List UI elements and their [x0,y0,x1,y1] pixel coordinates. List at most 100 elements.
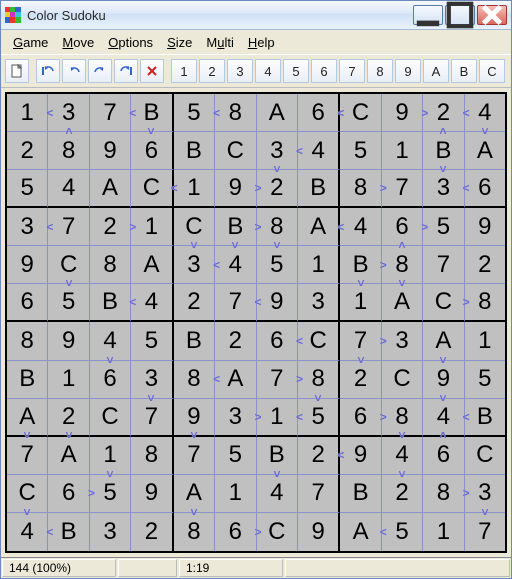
cell-9-4[interactable]: 7 [174,437,215,475]
cell-6-7[interactable]: C [298,322,340,360]
cell-5-0[interactable]: 6 [7,284,48,322]
cell-0-0[interactable]: 1< [7,94,48,132]
cell-1-9[interactable]: 1 [382,132,423,170]
undo-button[interactable] [62,59,86,83]
cell-2-4[interactable]: 1 [174,170,215,208]
cell-7-4[interactable]: 8< [174,361,215,399]
cell-11-4[interactable]: 8 [174,513,215,551]
number-button-2[interactable]: 2 [199,59,225,83]
cell-1-4[interactable]: B [174,132,215,170]
minimize-button[interactable] [413,5,443,25]
number-button-8[interactable]: 8 [367,59,393,83]
cell-8-11[interactable]: B [465,399,505,437]
cell-4-3[interactable]: A [131,246,173,284]
cell-6-4[interactable]: B [174,322,215,360]
cell-11-2[interactable]: 3 [90,513,131,551]
number-button-7[interactable]: 7 [339,59,365,83]
cell-9-10[interactable]: 6 [423,437,464,475]
cell-3-5[interactable]: B>> [215,208,256,246]
cell-7-3[interactable]: 3> [131,361,173,399]
cell-9-1[interactable]: A [48,437,89,475]
number-button-3[interactable]: 3 [227,59,253,83]
cell-10-5[interactable]: 1 [215,475,256,513]
cell-6-11[interactable]: 1 [465,322,505,360]
cell-7-2[interactable]: 6 [90,361,131,399]
cell-0-7[interactable]: 6< [298,94,340,132]
redo-step-button[interactable] [114,59,138,83]
cell-2-0[interactable]: 5 [7,170,48,208]
maximize-button[interactable] [445,5,475,25]
cell-7-10[interactable]: 9> [423,361,464,399]
cell-2-3[interactable]: C< [131,170,173,208]
cell-6-10[interactable]: A> [423,322,464,360]
cell-3-7[interactable]: A< [298,208,340,246]
cell-8-4[interactable]: 9> [174,399,215,437]
cell-9-7[interactable]: 2< [298,437,340,475]
cell-5-4[interactable]: 2 [174,284,215,322]
cell-0-1[interactable]: 3< [48,94,89,132]
cell-2-9[interactable]: 7 [382,170,423,208]
cell-5-9[interactable]: A [382,284,423,322]
cell-2-5[interactable]: 9> [215,170,256,208]
cell-3-2[interactable]: 2> [90,208,131,246]
cell-10-11[interactable]: 3> [465,475,505,513]
undo-step-button[interactable] [36,59,60,83]
cell-1-5[interactable]: C [215,132,256,170]
close-button[interactable] [477,5,507,25]
cell-1-6[interactable]: 3<> [257,132,298,170]
cell-0-9[interactable]: 9> [382,94,423,132]
cell-4-6[interactable]: 5 [257,246,298,284]
cell-6-2[interactable]: 4> [90,322,131,360]
cell-5-8[interactable]: 1 [340,284,381,322]
cell-7-11[interactable]: 5 [465,361,505,399]
cell-3-3[interactable]: 1 [131,208,173,246]
cell-4-9[interactable]: 8> [382,246,423,284]
cell-8-2[interactable]: C [90,399,131,437]
cell-7-0[interactable]: B [7,361,48,399]
number-button-6[interactable]: 6 [311,59,337,83]
cell-8-6[interactable]: 1< [257,399,298,437]
cell-10-9[interactable]: 2 [382,475,423,513]
cell-11-10[interactable]: 1 [423,513,464,551]
cell-7-6[interactable]: 7> [257,361,298,399]
cell-11-0[interactable]: 4< [7,513,48,551]
cell-9-8[interactable]: 9 [340,437,381,475]
cell-10-2[interactable]: 5 [90,475,131,513]
cell-5-1[interactable]: 5 [48,284,89,322]
cell-9-3[interactable]: 8 [131,437,173,475]
cell-2-10[interactable]: 3< [423,170,464,208]
cell-10-7[interactable]: 7 [298,475,340,513]
cell-1-10[interactable]: B> [423,132,464,170]
cell-0-10[interactable]: 2<< [423,94,464,132]
cell-4-10[interactable]: 7 [423,246,464,284]
cell-0-5[interactable]: 8 [215,94,256,132]
cell-11-6[interactable]: C [257,513,298,551]
cell-10-10[interactable]: 8> [423,475,464,513]
cell-1-2[interactable]: 9 [90,132,131,170]
cancel-button[interactable] [140,59,164,83]
cell-1-0[interactable]: 2 [7,132,48,170]
cell-4-7[interactable]: 1 [298,246,340,284]
cell-3-4[interactable]: C> [174,208,215,246]
number-button-B[interactable]: B [451,59,477,83]
cell-3-0[interactable]: 3< [7,208,48,246]
cell-8-8[interactable]: 6> [340,399,381,437]
cell-1-11[interactable]: A [465,132,505,170]
cell-11-9[interactable]: 5 [382,513,423,551]
cell-9-2[interactable]: 1> [90,437,131,475]
cell-6-9[interactable]: 3 [382,322,423,360]
cell-9-9[interactable]: 4> [382,437,423,475]
cell-2-7[interactable]: B [298,170,340,208]
cell-5-7[interactable]: 3 [298,284,340,322]
cell-0-4[interactable]: 5< [174,94,215,132]
cell-2-8[interactable]: 8> [340,170,381,208]
cell-7-7[interactable]: 8> [298,361,340,399]
cell-10-6[interactable]: 4 [257,475,298,513]
cell-2-2[interactable]: A [90,170,131,208]
cell-1-8[interactable]: 5 [340,132,381,170]
cell-8-5[interactable]: 3> [215,399,256,437]
cell-3-9[interactable]: 6>< [382,208,423,246]
cell-4-1[interactable]: C> [48,246,89,284]
number-button-1[interactable]: 1 [171,59,197,83]
cell-9-5[interactable]: 5 [215,437,256,475]
